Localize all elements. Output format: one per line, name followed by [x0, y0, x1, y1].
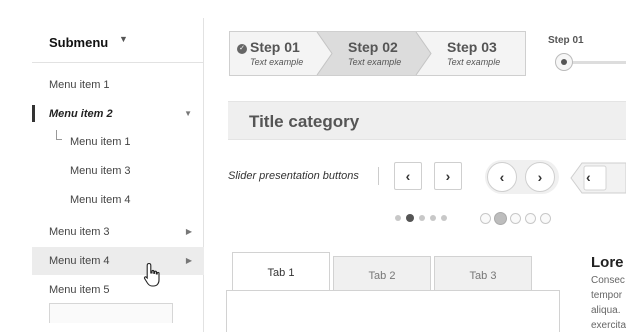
pagination-dot[interactable] [510, 213, 521, 224]
chevron-right-icon: › [537, 169, 543, 185]
step-02[interactable]: Step 02 Text example [330, 32, 425, 75]
progress-track [566, 61, 626, 64]
step-subtitle: Text example [447, 57, 501, 67]
sidebar-subitem-menu-item-1[interactable]: Menu item 1 [32, 128, 204, 156]
sidebar-subitem-menu-item-3[interactable]: Menu item 3 [32, 157, 204, 185]
title-category-bar: Title category [228, 101, 626, 140]
slider-buttons-label: Slider presentation buttons [228, 170, 359, 182]
pagination-dot[interactable] [395, 215, 401, 221]
lorem-heading: Lore [591, 254, 624, 271]
sidebar-item-label: Menu item 5 [49, 284, 110, 296]
prev-tag-button[interactable]: ‹ [570, 162, 626, 194]
tag-shape [570, 162, 626, 194]
step-title: Step 01 [250, 39, 300, 55]
tab-2[interactable]: Tab 2 [333, 256, 431, 291]
chevron-left-icon: ‹ [586, 169, 591, 185]
vertical-divider [378, 167, 379, 185]
hand-cursor-icon [143, 262, 160, 287]
check-icon: ✓ [237, 44, 247, 54]
sidebar-item-menu-item-3[interactable]: Menu item 3 ▶ [32, 218, 204, 246]
lorem-line: tempor [591, 290, 623, 301]
lorem-line: exercita [591, 320, 626, 331]
submenu-header[interactable]: Submenu ▼ [49, 34, 128, 50]
sidebar-item-label: Menu item 1 [70, 136, 131, 148]
sidebar-divider [32, 62, 204, 63]
chevron-right-icon: ▶ [185, 256, 192, 265]
chevron-left-icon: ‹ [499, 169, 505, 185]
sidebar-item-menu-item-2[interactable]: Menu item 2 ▼ [32, 100, 204, 128]
sidebar-subitem-menu-item-4[interactable]: Menu item 4 [32, 186, 204, 214]
pagination-dot[interactable] [430, 215, 436, 221]
pagination-dot-active[interactable] [406, 214, 414, 222]
submenu-header-label: Submenu [49, 35, 109, 50]
pagination-dot[interactable] [419, 215, 425, 221]
sidebar-item-label: Menu item 4 [70, 194, 131, 206]
step-01[interactable]: ✓ Step 01 Text example [230, 32, 325, 75]
step-title: Step 02 [348, 39, 398, 55]
progress-knob[interactable] [555, 53, 573, 71]
tab-label: Tab 1 [267, 267, 295, 279]
sidebar-item-label: Menu item 1 [49, 79, 110, 91]
prev-square-button[interactable]: ‹ [394, 162, 422, 190]
next-round-button[interactable]: › [525, 162, 555, 192]
progress-step-label: Step 01 [548, 35, 584, 46]
sidebar: Submenu ▼ Menu item 1 Menu item 2 ▼ Menu… [32, 18, 204, 332]
sidebar-item-menu-item-4[interactable]: Menu item 4 ▶ [32, 247, 204, 275]
pagination-dot[interactable] [480, 213, 491, 224]
round-button-group: ‹ › [485, 160, 559, 194]
title-category: Title category [249, 112, 360, 131]
active-indicator [32, 105, 35, 122]
tree-branch-icon [56, 130, 62, 140]
tab-1[interactable]: Tab 1 [232, 252, 330, 292]
sidebar-item-label: Menu item 3 [49, 226, 110, 238]
step-03[interactable]: Step 03 Text example [430, 32, 525, 75]
next-square-button[interactable]: › [434, 162, 462, 190]
tab-3[interactable]: Tab 3 [434, 256, 532, 291]
stepper: ✓ Step 01 Text example Step 02 Text exam… [229, 31, 526, 76]
tab-label: Tab 2 [368, 270, 396, 282]
sidebar-bottom-button[interactable] [49, 303, 173, 323]
tab-panel [226, 290, 560, 332]
pagination-dot[interactable] [540, 213, 551, 224]
sidebar-item-menu-item-5[interactable]: Menu item 5 [32, 276, 204, 304]
pagination-dot[interactable] [525, 213, 536, 224]
lorem-line: aliqua. [591, 305, 621, 316]
pagination-dot[interactable] [441, 215, 447, 221]
chevron-right-icon: ▶ [185, 227, 192, 236]
chevron-left-icon: ‹ [405, 168, 411, 184]
lorem-line: Consec [591, 275, 625, 286]
chevron-down-icon: ▼ [119, 34, 128, 44]
tab-label: Tab 3 [469, 270, 497, 282]
sidebar-item-label: Menu item 2 [49, 108, 113, 120]
sidebar-item-menu-item-1[interactable]: Menu item 1 [32, 71, 204, 99]
step-title: Step 03 [447, 39, 497, 55]
pagination-dot-active[interactable] [494, 212, 507, 225]
step-subtitle: Text example [348, 57, 402, 67]
sidebar-item-label: Menu item 4 [49, 255, 110, 267]
sidebar-item-label: Menu item 3 [70, 165, 131, 177]
chevron-right-icon: › [445, 168, 451, 184]
prev-round-button[interactable]: ‹ [487, 162, 517, 192]
step-subtitle: Text example [250, 57, 304, 67]
chevron-down-icon: ▼ [184, 109, 192, 118]
